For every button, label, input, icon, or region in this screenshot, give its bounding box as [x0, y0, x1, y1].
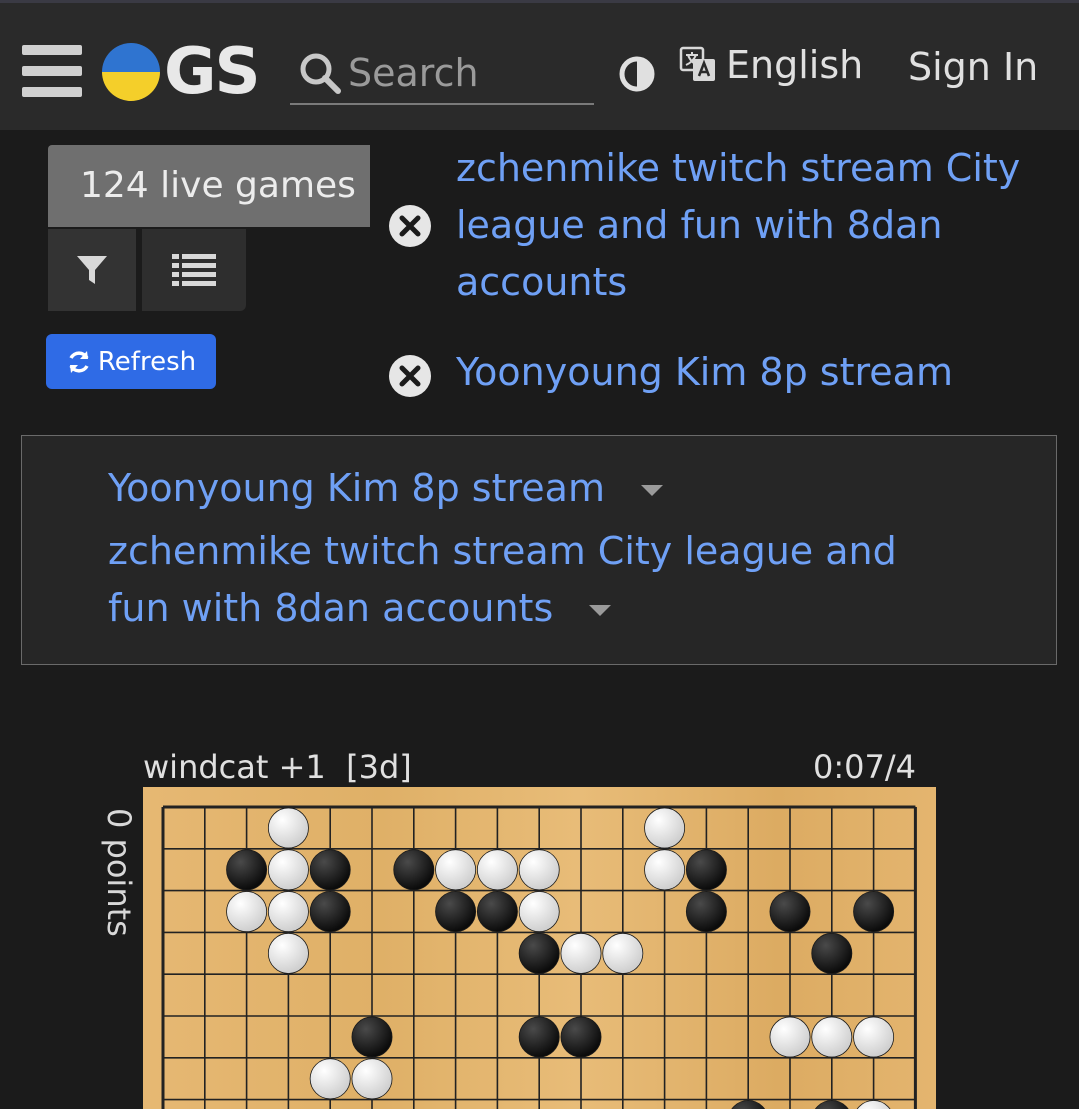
- remove-stream-icon[interactable]: [388, 204, 432, 248]
- black-stone: [814, 1100, 849, 1109]
- black-stone: [226, 849, 268, 891]
- logo-text: GS: [164, 35, 261, 109]
- stream-panel-item[interactable]: zchenmike twitch stream City league and …: [108, 523, 968, 637]
- top-navigation-bar: GS English Sign In: [0, 0, 1079, 130]
- white-stone: [644, 849, 686, 891]
- stream-item: Yoonyoung Kim 8p stream: [388, 344, 1046, 401]
- white-stone: [856, 1100, 891, 1109]
- stream-item: zchenmike twitch stream City league and …: [388, 140, 1046, 311]
- refresh-button[interactable]: Refresh: [46, 334, 216, 389]
- black-stone: [309, 891, 351, 933]
- live-games-count: 124 live games: [48, 145, 370, 227]
- black-stone: [476, 891, 518, 933]
- stream-panel-title: zchenmike twitch stream City league and …: [108, 529, 897, 630]
- black-stone: [435, 891, 477, 933]
- refresh-label: Refresh: [97, 346, 197, 377]
- white-stone: [267, 849, 309, 891]
- white-stone: [644, 807, 686, 849]
- sign-in-link[interactable]: Sign In: [908, 45, 1038, 89]
- view-mode-toggle: [48, 229, 246, 311]
- white-stone: [811, 1016, 853, 1058]
- white-stone: [267, 891, 309, 933]
- white-stone: [267, 807, 309, 849]
- white-stone: [518, 849, 560, 891]
- black-stone: [685, 891, 727, 933]
- white-stone: [435, 849, 477, 891]
- white-stone: [518, 891, 560, 933]
- black-stone: [351, 1016, 393, 1058]
- white-stone: [267, 932, 309, 974]
- black-stone: [518, 1016, 560, 1058]
- hamburger-menu-icon[interactable]: [22, 45, 82, 97]
- black-stone: [811, 932, 853, 974]
- search-box[interactable]: [290, 43, 594, 105]
- expand-caret-icon[interactable]: [589, 605, 612, 616]
- black-stone: [853, 891, 895, 933]
- language-selector[interactable]: English: [678, 43, 863, 87]
- stream-panel-item[interactable]: Yoonyoung Kim 8p stream: [108, 460, 1008, 517]
- translate-icon: [679, 46, 715, 81]
- ogs-logo-ball-icon: [102, 43, 160, 101]
- black-stone: [393, 849, 435, 891]
- refresh-icon: [69, 350, 89, 373]
- search-input[interactable]: [348, 51, 578, 95]
- white-stone: [309, 1058, 351, 1100]
- list-icon: [172, 254, 216, 286]
- white-stone: [602, 932, 644, 974]
- white-stone: [351, 1058, 393, 1100]
- black-stone: [309, 849, 351, 891]
- black-stone: [518, 932, 560, 974]
- expand-caret-icon[interactable]: [640, 485, 663, 496]
- game-clock: 0:07/4: [813, 748, 916, 786]
- theme-toggle-icon[interactable]: [618, 55, 656, 93]
- white-stone: [476, 849, 518, 891]
- search-icon: [300, 53, 341, 94]
- list-view-button[interactable]: [142, 229, 246, 311]
- black-stone: [769, 891, 811, 933]
- stream-panel-title: Yoonyoung Kim 8p stream: [108, 466, 605, 510]
- black-stone: [731, 1100, 766, 1109]
- filter-icon: [77, 256, 107, 284]
- stream-embed-panel: Yoonyoung Kim 8p stream zchenmike twitch…: [21, 435, 1057, 665]
- black-stone: [560, 1016, 602, 1058]
- go-board[interactable]: [143, 787, 936, 1109]
- player-label: windcat +1 [3d]: [143, 748, 412, 786]
- remove-stream-icon[interactable]: [388, 354, 432, 398]
- white-stone: [560, 932, 602, 974]
- stream-title-link[interactable]: Yoonyoung Kim 8p stream: [456, 344, 1046, 401]
- go-board-canvas[interactable]: [143, 787, 936, 1109]
- filter-button[interactable]: [48, 229, 136, 311]
- language-label: English: [726, 43, 864, 87]
- ogs-logo[interactable]: GS: [102, 35, 261, 109]
- white-stone: [853, 1016, 895, 1058]
- white-stone: [769, 1016, 811, 1058]
- black-stone: [685, 849, 727, 891]
- stream-title-link[interactable]: zchenmike twitch stream City league and …: [456, 140, 1046, 311]
- score-points: 0 points: [100, 808, 138, 937]
- white-stone: [226, 891, 268, 933]
